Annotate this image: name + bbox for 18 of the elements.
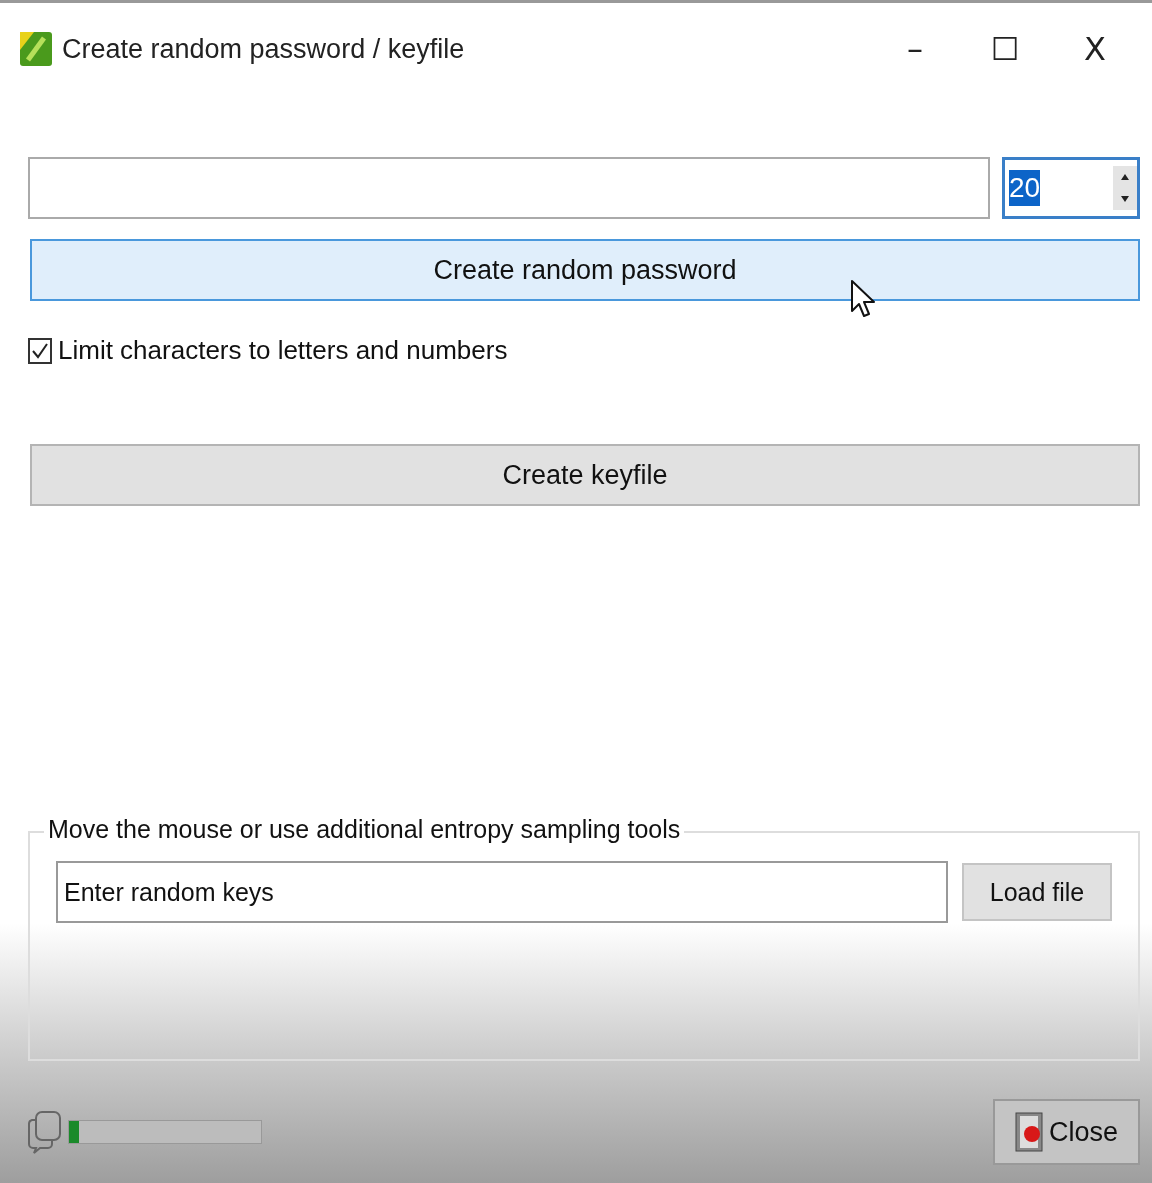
window-x-button[interactable]: X	[1050, 29, 1140, 69]
random-keys-field[interactable]: Enter random keys	[56, 861, 948, 923]
create-keyfile-button[interactable]: Create keyfile	[30, 444, 1140, 506]
exit-door-icon	[1014, 1112, 1045, 1152]
create-password-button[interactable]: Create random password	[30, 239, 1140, 301]
load-file-button[interactable]: Load file	[962, 863, 1112, 921]
close-dialog-button[interactable]: Close	[992, 1099, 1140, 1165]
mouse-pointer-icon	[850, 279, 876, 319]
app-icon	[20, 32, 52, 66]
password-field[interactable]	[28, 157, 990, 219]
checkbox-label: Limit characters to letters and numbers	[58, 335, 508, 366]
limit-checkbox[interactable]	[28, 337, 52, 364]
length-spinner[interactable]: 20	[1002, 157, 1140, 219]
window-title: Create random password / keyfile	[62, 33, 465, 65]
length-value: 20	[1009, 170, 1041, 206]
maximize-button[interactable]: ☐	[960, 29, 1050, 69]
minimize-button[interactable]: –	[870, 29, 960, 69]
chat-bubbles-icon	[28, 1110, 62, 1154]
